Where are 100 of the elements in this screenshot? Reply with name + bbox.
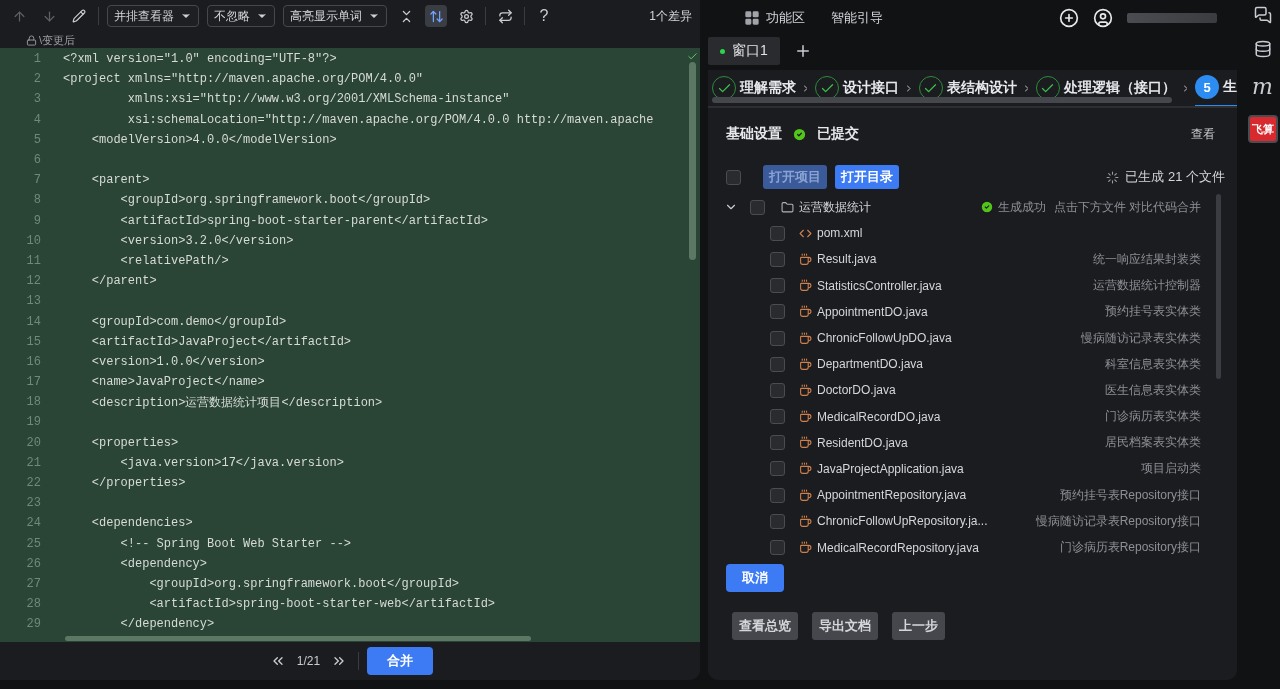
file-name[interactable]: DepartmentDO.java: [817, 357, 924, 372]
checkbox[interactable]: [770, 461, 785, 477]
cup-icon: [799, 357, 812, 371]
file-name[interactable]: ResidentDO.java: [817, 435, 908, 450]
file-description: 科室信息表实体类: [1105, 355, 1201, 373]
file-name[interactable]: MedicalRecordRepository.java: [817, 540, 979, 555]
code-line: </parent>: [90, 274, 157, 289]
checkbox[interactable]: [770, 278, 785, 294]
brand-badge[interactable]: 飞算: [1247, 115, 1278, 143]
code-line: <version>3.2.0</version>: [119, 233, 294, 248]
line-number: 28: [25, 597, 42, 612]
cup-icon: [799, 305, 812, 319]
up-down-arrows-icon: [428, 8, 444, 24]
scrollbar[interactable]: [689, 62, 696, 260]
letter-logo[interactable]: m: [1252, 74, 1273, 99]
line-number: 6: [32, 153, 42, 168]
checkbox[interactable]: [726, 169, 741, 185]
file-description: 居民档案表实体类: [1105, 434, 1201, 452]
file-name[interactable]: Result.java: [817, 252, 877, 267]
merge-button[interactable]: 合并: [367, 647, 434, 675]
file-name[interactable]: AppointmentDO.java: [817, 304, 928, 319]
cancel-button[interactable]: 取消: [726, 564, 784, 592]
file-caption: \变更后: [39, 32, 76, 48]
scrollbar[interactable]: [1216, 194, 1221, 379]
file-description: 预约挂号表实体类: [1105, 303, 1201, 321]
file-name[interactable]: AppointmentRepository.java: [817, 488, 967, 503]
file-name[interactable]: MedicalRecordDO.java: [817, 409, 941, 424]
cup-icon: [799, 488, 812, 502]
database-icon[interactable]: [1253, 40, 1272, 58]
line-number: 26: [25, 556, 42, 571]
line-number: 15: [25, 334, 42, 349]
folder-name[interactable]: 运营数据统计: [799, 198, 871, 216]
scrollbar[interactable]: [65, 636, 531, 641]
view-link[interactable]: 查看: [1191, 125, 1215, 143]
window-tab[interactable]: 窗口1: [708, 37, 780, 65]
line-number: 7: [32, 173, 42, 188]
dropdown[interactable]: 并排查看器: [107, 5, 199, 27]
footer-button[interactable]: 查看总览: [732, 612, 798, 640]
line-number: 13: [25, 294, 42, 309]
spinner-icon: [1106, 170, 1120, 184]
checkbox[interactable]: [770, 487, 785, 503]
line-number: 18: [25, 395, 42, 410]
file-name[interactable]: DoctorDO.java: [817, 383, 896, 398]
generated-count: 已生成 21 个文件: [1125, 168, 1225, 186]
submit-status: 已提交: [817, 125, 859, 143]
line-number: 23: [25, 496, 42, 511]
file-description: 运营数据统计控制器: [1093, 277, 1201, 295]
file-description: 慢病随访记录表实体类: [1081, 329, 1201, 347]
add-icon[interactable]: [1059, 8, 1079, 28]
checkbox[interactable]: [770, 225, 785, 241]
dropdown[interactable]: 不忽略: [207, 5, 275, 27]
chat-icon[interactable]: [1253, 6, 1272, 24]
pencil-icon: [72, 9, 86, 23]
line-number: 11: [25, 253, 42, 268]
footer-button[interactable]: 导出文档: [812, 612, 878, 640]
help-button[interactable]: ?: [533, 5, 555, 27]
code-line: </properties>: [90, 476, 186, 491]
line-number: 17: [25, 375, 42, 390]
checkbox[interactable]: [770, 435, 785, 451]
checkbox[interactable]: [770, 356, 785, 372]
code-line: xmlns:xsi="http://www.w3.org/2001/XMLSchema-instance": [126, 92, 510, 107]
file-description: 门诊病历表实体类: [1105, 408, 1201, 426]
file-description: 统一响应结果封装类: [1093, 250, 1201, 268]
code-line: <artifactId>spring-boot-starter-parent</artifactId>: [119, 213, 488, 228]
merge-hint: 点击下方文件 对比代码合并: [1053, 198, 1201, 216]
footer-button[interactable]: 上一步: [892, 612, 945, 640]
checkbox[interactable]: [750, 199, 765, 215]
file-name[interactable]: pom.xml: [817, 226, 863, 241]
file-name[interactable]: JavaProjectApplication.java: [817, 461, 964, 476]
checkbox[interactable]: [770, 540, 785, 556]
user-icon[interactable]: [1093, 8, 1113, 28]
line-number: 1: [32, 52, 42, 67]
cup-icon: [799, 436, 812, 450]
feature-area-link[interactable]: 功能区: [766, 9, 805, 27]
file-name[interactable]: ChronicFollowUpDO.java: [817, 331, 952, 346]
cup-icon: [799, 462, 812, 476]
action-button[interactable]: 打开目录: [835, 165, 899, 189]
file-description: 医生信息表实体类: [1105, 381, 1201, 399]
grid-icon: [744, 10, 760, 26]
sync-scroll-button[interactable]: [425, 5, 447, 27]
page-indicator: 1/21: [296, 654, 321, 668]
file-name[interactable]: StatisticsController.java: [817, 278, 942, 293]
line-number: 27: [25, 576, 42, 591]
checkbox[interactable]: [770, 409, 785, 425]
code-line: <relativePath/>: [119, 253, 229, 268]
smart-guide-link[interactable]: 智能引导: [831, 9, 883, 27]
cup-icon: [799, 279, 812, 293]
checkbox[interactable]: [770, 382, 785, 398]
checkbox[interactable]: [770, 304, 785, 320]
dropdown[interactable]: 高亮显示单词: [283, 5, 387, 27]
scrollbar[interactable]: [712, 97, 1172, 103]
line-number: 24: [25, 516, 42, 531]
code-line: xsi:schemaLocation="http://maven.apache.org/POM/4.0.0 http://maven.apache: [126, 112, 654, 127]
checkbox[interactable]: [770, 330, 785, 346]
line-number: 29: [25, 617, 42, 632]
line-number: 16: [25, 354, 42, 369]
checkbox[interactable]: [770, 251, 785, 267]
step-tab[interactable]: 5 生: [1195, 70, 1237, 106]
checkbox[interactable]: [770, 513, 785, 529]
file-name[interactable]: ChronicFollowUpRepository.ja...: [817, 514, 988, 529]
